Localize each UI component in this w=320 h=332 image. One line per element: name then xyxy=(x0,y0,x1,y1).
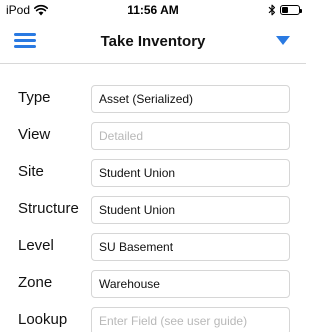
battery-nub xyxy=(300,8,302,13)
view-label: View xyxy=(18,126,51,143)
status-bar: iPod 11:56 AM xyxy=(0,0,306,20)
structure-label: Structure xyxy=(18,200,79,217)
type-label: Type xyxy=(18,89,51,106)
site-row: Site xyxy=(0,158,306,188)
triangle-down-icon xyxy=(276,36,290,45)
lookup-row: Lookup xyxy=(0,306,306,332)
battery-level xyxy=(282,7,288,13)
lookup-label: Lookup xyxy=(18,311,68,328)
structure-row: Structure xyxy=(0,195,306,225)
view-row: View xyxy=(0,121,306,151)
bluetooth-icon xyxy=(268,4,276,16)
site-label: Site xyxy=(18,163,44,180)
zone-label: Zone xyxy=(18,274,53,291)
zone-field[interactable] xyxy=(91,270,290,298)
take-inventory-screen: iPod 11:56 AM Take Inventory Type Asset … xyxy=(0,0,306,332)
type-field[interactable] xyxy=(91,85,290,113)
level-row: Level xyxy=(0,232,306,262)
zone-row: Zone xyxy=(0,269,306,299)
options-dropdown-button[interactable] xyxy=(274,34,292,48)
view-field[interactable] xyxy=(91,122,290,150)
status-time: 11:56 AM xyxy=(127,3,179,17)
type-row: Type xyxy=(0,84,306,114)
site-field[interactable] xyxy=(91,159,290,187)
level-label: Level xyxy=(18,237,54,254)
nav-bar: Take Inventory xyxy=(0,20,306,64)
structure-field[interactable] xyxy=(91,196,290,224)
battery-icon xyxy=(280,5,302,15)
lookup-field[interactable] xyxy=(91,307,290,332)
level-field[interactable] xyxy=(91,233,290,261)
page-title: Take Inventory xyxy=(100,33,206,50)
status-right xyxy=(268,4,302,16)
